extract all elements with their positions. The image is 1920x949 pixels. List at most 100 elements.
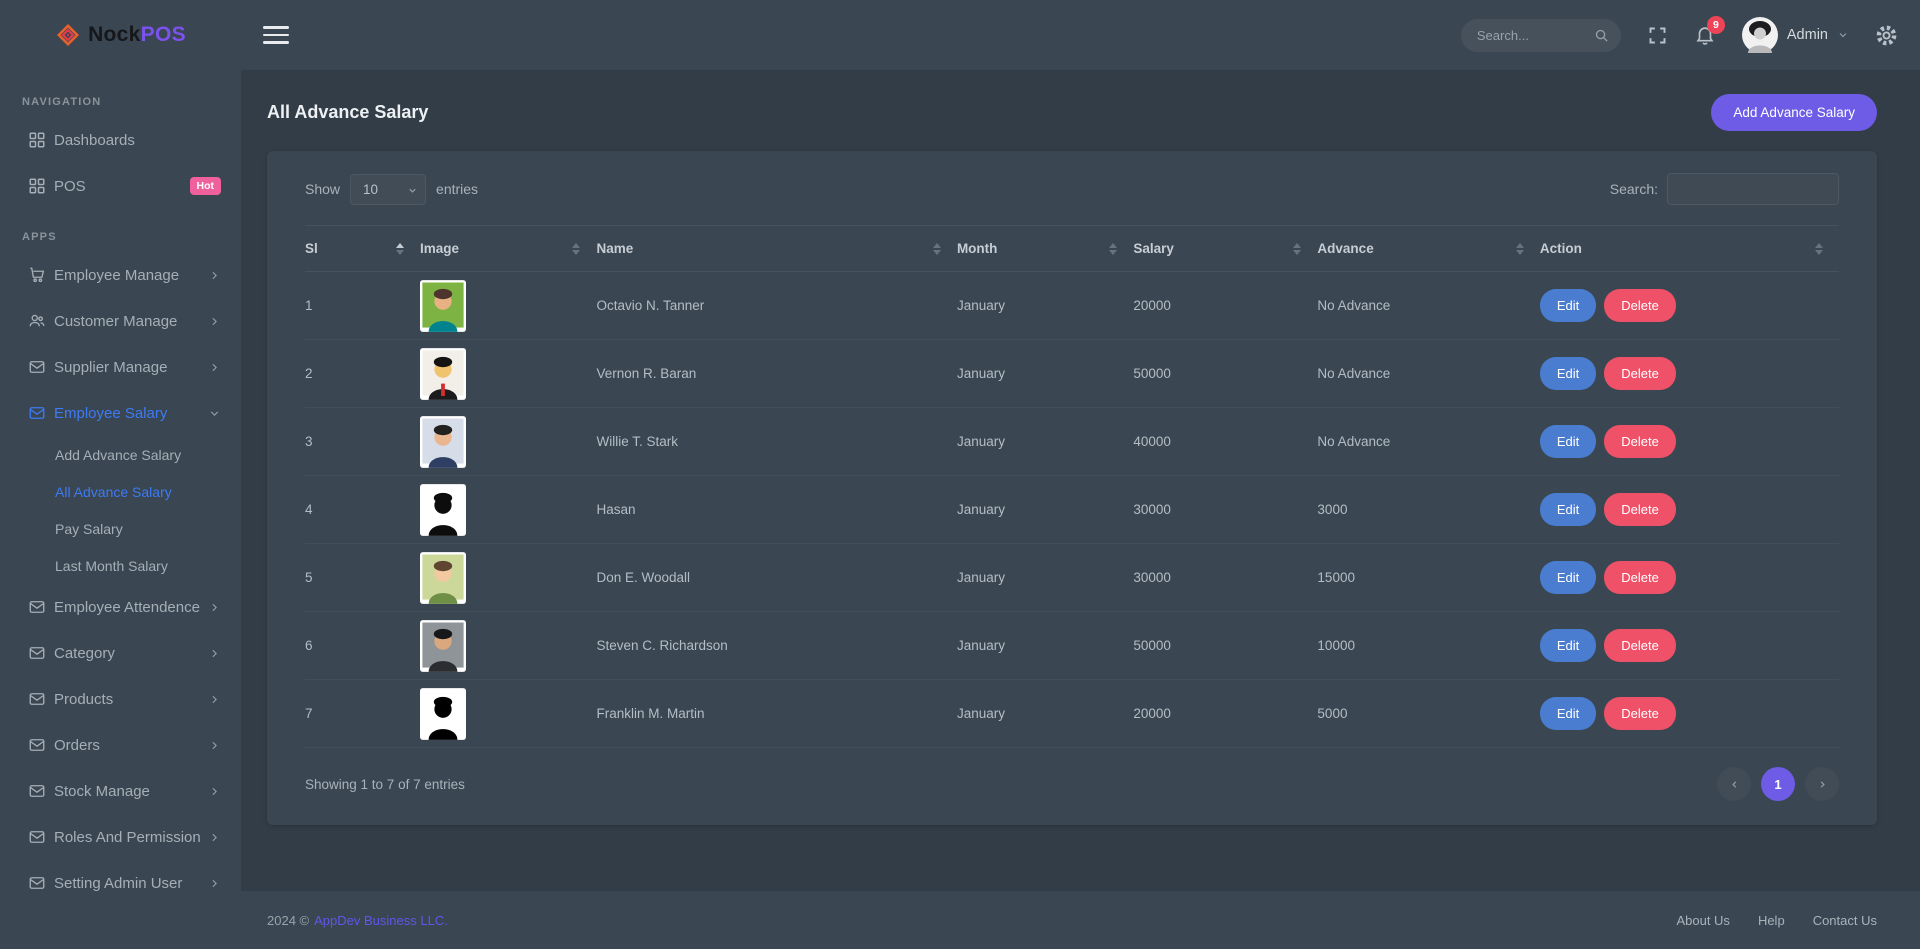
pagination-prev-button[interactable] bbox=[1717, 767, 1751, 801]
sidebar-item-label: Supplier Manage bbox=[54, 359, 167, 376]
sidebar-item-employee-salary[interactable]: Employee Salary bbox=[0, 390, 241, 436]
edit-button[interactable]: Edit bbox=[1540, 493, 1596, 526]
edit-button[interactable]: Edit bbox=[1540, 425, 1596, 458]
sidebar-item-pos[interactable]: POSHot bbox=[0, 163, 241, 209]
footer-links: About Us Help Contact Us bbox=[1676, 913, 1877, 928]
page-size-select[interactable]: 10 bbox=[350, 174, 426, 205]
chevron-right-icon bbox=[208, 693, 221, 706]
chevron-right-icon bbox=[1817, 779, 1828, 790]
sidebar-item-employee-manage[interactable]: Employee Manage bbox=[0, 252, 241, 298]
chevron-right-icon bbox=[208, 647, 221, 660]
mail-icon bbox=[27, 873, 47, 893]
employee-photo bbox=[420, 280, 466, 332]
sidebar-item-label: Roles And Permission bbox=[54, 829, 201, 846]
delete-button[interactable]: Delete bbox=[1604, 493, 1676, 526]
mail-icon bbox=[27, 689, 47, 709]
cell-name: Don E. Woodall bbox=[596, 544, 956, 612]
sidebar-item-label: Employee Manage bbox=[54, 267, 179, 284]
delete-button[interactable]: Delete bbox=[1604, 357, 1676, 390]
sidebar-subitem-all-advance-salary[interactable]: All Advance Salary bbox=[0, 473, 241, 510]
edit-button[interactable]: Edit bbox=[1540, 629, 1596, 662]
sidebar-item-stock-manage[interactable]: Stock Manage bbox=[0, 768, 241, 814]
table-card: Show 10 entries Search: bbox=[267, 151, 1877, 825]
notifications-button[interactable]: 9 bbox=[1694, 24, 1716, 46]
cell-salary: 20000 bbox=[1133, 680, 1317, 748]
column-header-image[interactable]: Image bbox=[420, 226, 596, 272]
sidebar-item-setting-admin-user[interactable]: Setting Admin User bbox=[0, 860, 241, 906]
cell-image bbox=[420, 544, 596, 612]
column-header-advance[interactable]: Advance bbox=[1317, 226, 1539, 272]
sidebar: NockPOS NAVIGATIONDashboardsPOSHotAPPSEm… bbox=[0, 0, 241, 949]
column-label: Advance bbox=[1317, 241, 1373, 256]
sidebar-subitem-pay-salary[interactable]: Pay Salary bbox=[0, 510, 241, 547]
dashboard-icon bbox=[27, 176, 47, 196]
settings-button[interactable] bbox=[1875, 24, 1898, 47]
sidebar-item-dashboards[interactable]: Dashboards bbox=[0, 117, 241, 163]
sidebar-item-products[interactable]: Products bbox=[0, 676, 241, 722]
edit-button[interactable]: Edit bbox=[1540, 289, 1596, 322]
column-header-month[interactable]: Month bbox=[957, 226, 1133, 272]
chevron-right-icon bbox=[208, 831, 221, 844]
edit-button[interactable]: Edit bbox=[1540, 561, 1596, 594]
table-row: 3Willie T. StarkJanuary40000No AdvanceEd… bbox=[305, 408, 1839, 476]
user-menu[interactable]: Admin bbox=[1742, 17, 1849, 53]
pagination-next-button[interactable] bbox=[1805, 767, 1839, 801]
delete-button[interactable]: Delete bbox=[1604, 289, 1676, 322]
cell-sl: 2 bbox=[305, 340, 420, 408]
delete-button[interactable]: Delete bbox=[1604, 425, 1676, 458]
column-header-name[interactable]: Name bbox=[596, 226, 956, 272]
column-header-salary[interactable]: Salary bbox=[1133, 226, 1317, 272]
sidebar-subitem-add-advance-salary[interactable]: Add Advance Salary bbox=[0, 436, 241, 473]
logo[interactable]: NockPOS bbox=[0, 0, 241, 70]
fullscreen-button[interactable] bbox=[1647, 25, 1668, 46]
entries-label: entries bbox=[436, 181, 478, 197]
column-header-action[interactable]: Action bbox=[1540, 226, 1839, 272]
cell-advance: 5000 bbox=[1317, 680, 1539, 748]
sidebar-item-supplier-manage[interactable]: Supplier Manage bbox=[0, 344, 241, 390]
sidebar-item-roles-and-permission[interactable]: Roles And Permission bbox=[0, 814, 241, 860]
sidebar-item-orders[interactable]: Orders bbox=[0, 722, 241, 768]
sidebar-subitem-last-month-salary[interactable]: Last Month Salary bbox=[0, 547, 241, 584]
chevron-right-icon bbox=[208, 269, 221, 282]
employee-photo bbox=[420, 416, 466, 468]
menu-toggle-button[interactable] bbox=[263, 26, 289, 44]
page-footer: 2024 © AppDev Business LLC. About UsHelp… bbox=[241, 891, 1920, 949]
sort-icon bbox=[1516, 243, 1524, 255]
footer-link-contact-us[interactable]: Contact Us bbox=[1813, 913, 1877, 928]
sidebar-item-customer-manage[interactable]: Customer Manage bbox=[0, 298, 241, 344]
pagination-page-button[interactable]: 1 bbox=[1761, 767, 1795, 801]
table-row: 5Don E. WoodallJanuary3000015000EditDele… bbox=[305, 544, 1839, 612]
add-advance-salary-button[interactable]: Add Advance Salary bbox=[1711, 94, 1877, 131]
sort-icon bbox=[396, 243, 404, 255]
delete-button[interactable]: Delete bbox=[1604, 629, 1676, 662]
delete-button[interactable]: Delete bbox=[1604, 561, 1676, 594]
gear-icon bbox=[1875, 24, 1898, 47]
company-link[interactable]: AppDev Business LLC. bbox=[314, 913, 448, 928]
footer-link-about-us[interactable]: About Us bbox=[1676, 913, 1729, 928]
delete-button[interactable]: Delete bbox=[1604, 697, 1676, 730]
column-label: Action bbox=[1540, 241, 1582, 256]
cell-advance: 15000 bbox=[1317, 544, 1539, 612]
footer-link-help[interactable]: Help bbox=[1758, 913, 1785, 928]
sort-icon bbox=[572, 243, 580, 255]
cell-salary: 30000 bbox=[1133, 544, 1317, 612]
global-search[interactable] bbox=[1461, 19, 1621, 52]
sidebar-nav: NAVIGATIONDashboardsPOSHotAPPSEmployee M… bbox=[0, 70, 241, 949]
cell-month: January bbox=[957, 272, 1133, 340]
cell-advance: No Advance bbox=[1317, 408, 1539, 476]
cell-advance: 3000 bbox=[1317, 476, 1539, 544]
sidebar-item-category[interactable]: Category bbox=[0, 630, 241, 676]
cell-sl: 7 bbox=[305, 680, 420, 748]
column-label: Salary bbox=[1133, 241, 1174, 256]
sidebar-item-label: Category bbox=[54, 645, 115, 662]
edit-button[interactable]: Edit bbox=[1540, 357, 1596, 390]
global-search-input[interactable] bbox=[1477, 28, 1594, 43]
cell-month: January bbox=[957, 476, 1133, 544]
sidebar-item-employee-attendence[interactable]: Employee Attendence bbox=[0, 584, 241, 630]
cell-advance: No Advance bbox=[1317, 272, 1539, 340]
table-search-input[interactable] bbox=[1667, 173, 1839, 205]
edit-button[interactable]: Edit bbox=[1540, 697, 1596, 730]
cell-image bbox=[420, 340, 596, 408]
column-label: Month bbox=[957, 241, 997, 256]
column-header-sl[interactable]: Sl bbox=[305, 226, 420, 272]
